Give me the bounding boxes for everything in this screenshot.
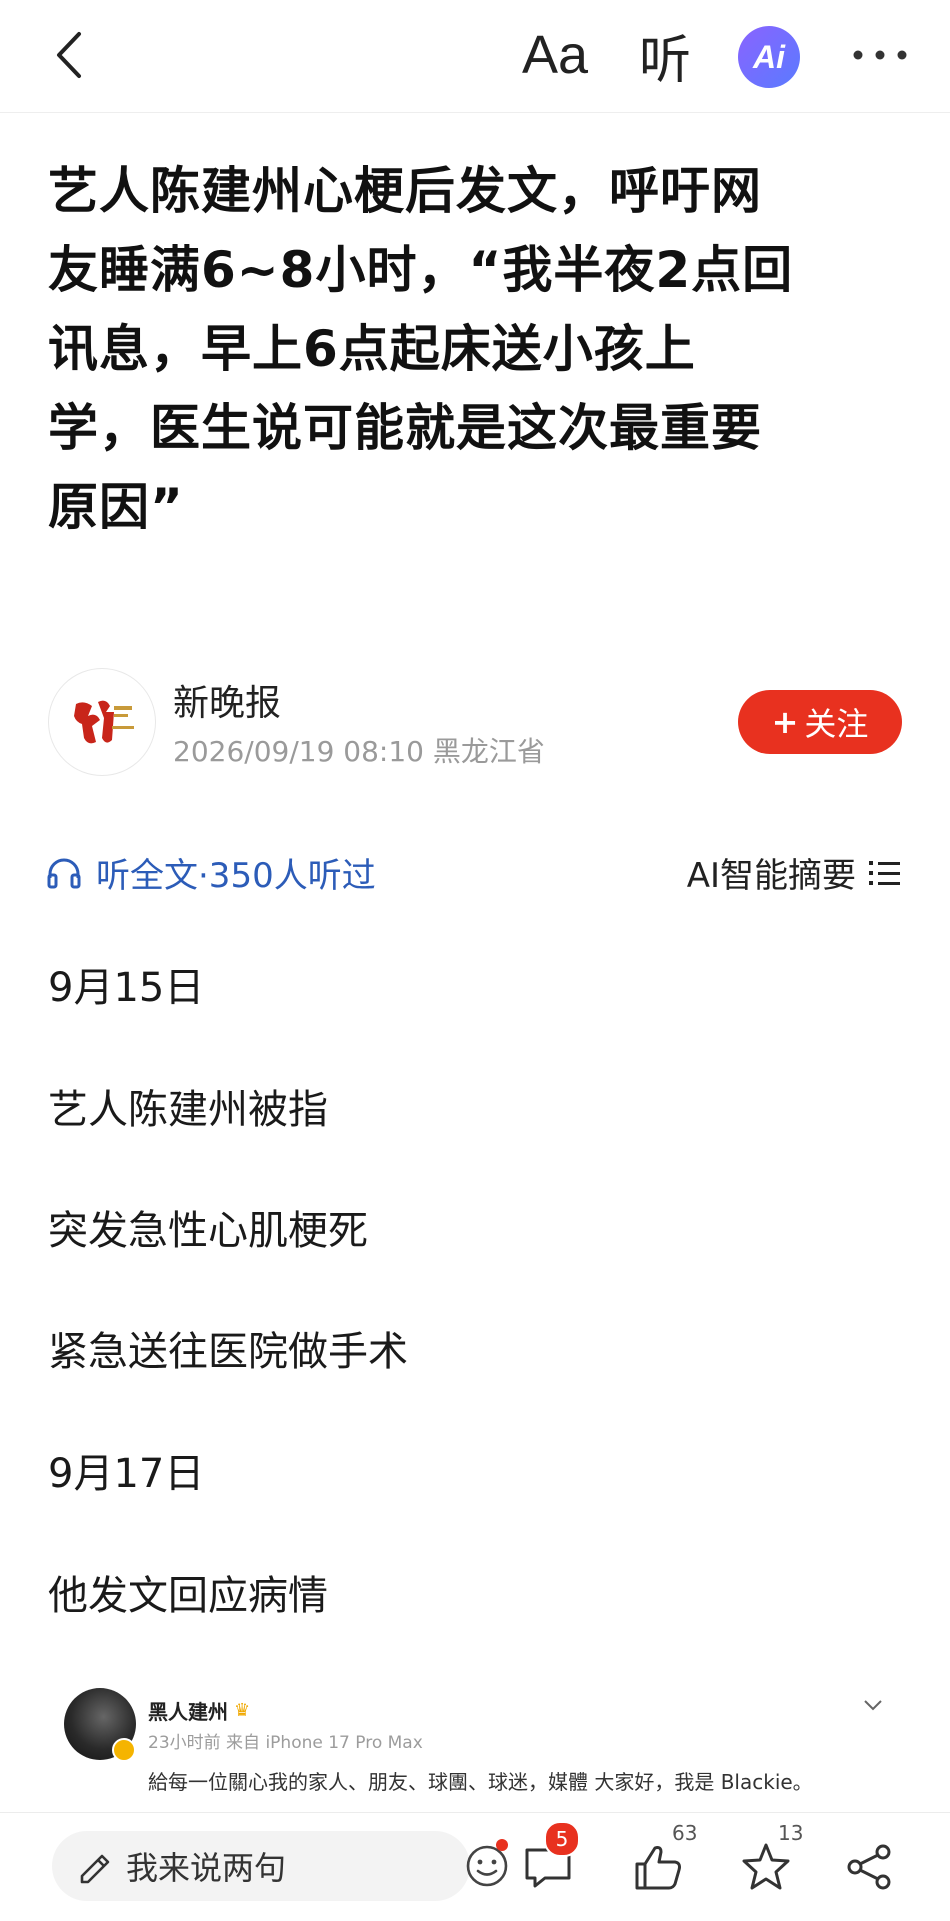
pen-icon — [74, 1846, 114, 1886]
embed-author-name: 黑人建州 — [148, 1700, 228, 1724]
star-icon — [742, 1843, 790, 1890]
title-line: 讯息，早上6点起床送小孩上 — [48, 320, 696, 378]
body-paragraph: 9月15日 — [48, 965, 205, 1011]
embed-author: 黑人建州 ♛ — [148, 1696, 250, 1725]
share-button[interactable] — [840, 1837, 900, 1897]
title-line: 艺人陈建州心梗后发文，呼吁网 — [48, 162, 762, 220]
title-line: 友睡满6~8小时，“我半夜2点回 — [48, 241, 794, 299]
like-count: 63 — [672, 1821, 698, 1845]
ai-button[interactable]: Ai — [736, 24, 802, 90]
summary-label: AI智能摘要 — [686, 856, 856, 896]
favorite-button[interactable] — [736, 1837, 796, 1897]
verified-badge-icon — [112, 1738, 136, 1762]
thumbs-up-icon — [635, 1846, 681, 1890]
embed-meta: 23小时前 来自 iPhone 17 Pro Max — [148, 1733, 423, 1753]
bottom-bar: 我来说两句 5 63 13 — [0, 1812, 950, 1921]
share-icon — [847, 1844, 891, 1890]
author-meta: 2026/09/19 08:10 黑龙江省 — [173, 735, 545, 768]
listen-button[interactable]: 听 — [625, 20, 705, 91]
more-dots-icon — [853, 50, 907, 60]
crown-icon: ♛ — [234, 1700, 251, 1721]
comment-input[interactable]: 我来说两句 — [52, 1831, 508, 1901]
headphones-icon — [46, 856, 82, 890]
body-paragraph: 9月17日 — [48, 1451, 205, 1497]
top-bar: Aa 听 Ai — [0, 0, 950, 113]
body-paragraph: 紧急送往医院做手术 — [48, 1329, 408, 1375]
plus-icon: + — [771, 703, 799, 741]
body-paragraph: 突发急性心肌梗死 — [48, 1208, 368, 1254]
comment-count-badge: 5 — [544, 1821, 580, 1857]
title-line: 学，医生说可能就是这次最重要 — [48, 399, 762, 457]
embed-text: 給每一位關心我的家人、朋友、球團、球迷，媒體 大家好，我是 Blackie。 — [148, 1770, 813, 1794]
article-title: 艺人陈建州心梗后发文，呼吁网 友睡满6~8小时，“我半夜2点回 讯息，早上6点起… — [48, 152, 908, 547]
follow-button[interactable]: + 关注 — [738, 690, 902, 754]
more-button[interactable] — [845, 20, 915, 90]
chevron-down-icon[interactable] — [858, 1690, 888, 1720]
listen-label: 听全文·350人听过 — [96, 856, 376, 896]
author-name[interactable]: 新晚报 — [173, 674, 281, 726]
chevron-left-icon — [57, 32, 81, 78]
emoji-notification-dot — [496, 1839, 508, 1851]
ai-summary-button[interactable]: AI智能摘要 — [687, 848, 902, 897]
xinwanbao-logo-icon — [74, 700, 134, 744]
body-paragraph: 艺人陈建州被指 — [48, 1087, 328, 1133]
title-line: 原因” — [48, 478, 184, 536]
like-button[interactable] — [628, 1837, 688, 1897]
embedded-weibo-post[interactable]: 黑人建州 ♛ 23小时前 来自 iPhone 17 Pro Max 給每一位關心… — [48, 1680, 904, 1812]
favorite-count: 13 — [778, 1821, 804, 1845]
ai-icon: Ai — [738, 26, 800, 88]
body-paragraph: 他发文回应病情 — [48, 1573, 328, 1619]
font-size-button[interactable]: Aa — [500, 20, 610, 90]
back-button[interactable] — [38, 20, 98, 90]
list-icon — [868, 858, 902, 888]
follow-label: 关注 — [804, 705, 869, 743]
comment-placeholder: 我来说两句 — [126, 1849, 287, 1887]
author-avatar[interactable] — [48, 668, 156, 776]
listen-full-text[interactable]: 听全文·350人听过 — [46, 848, 376, 897]
emoji-button[interactable] — [460, 1839, 514, 1893]
